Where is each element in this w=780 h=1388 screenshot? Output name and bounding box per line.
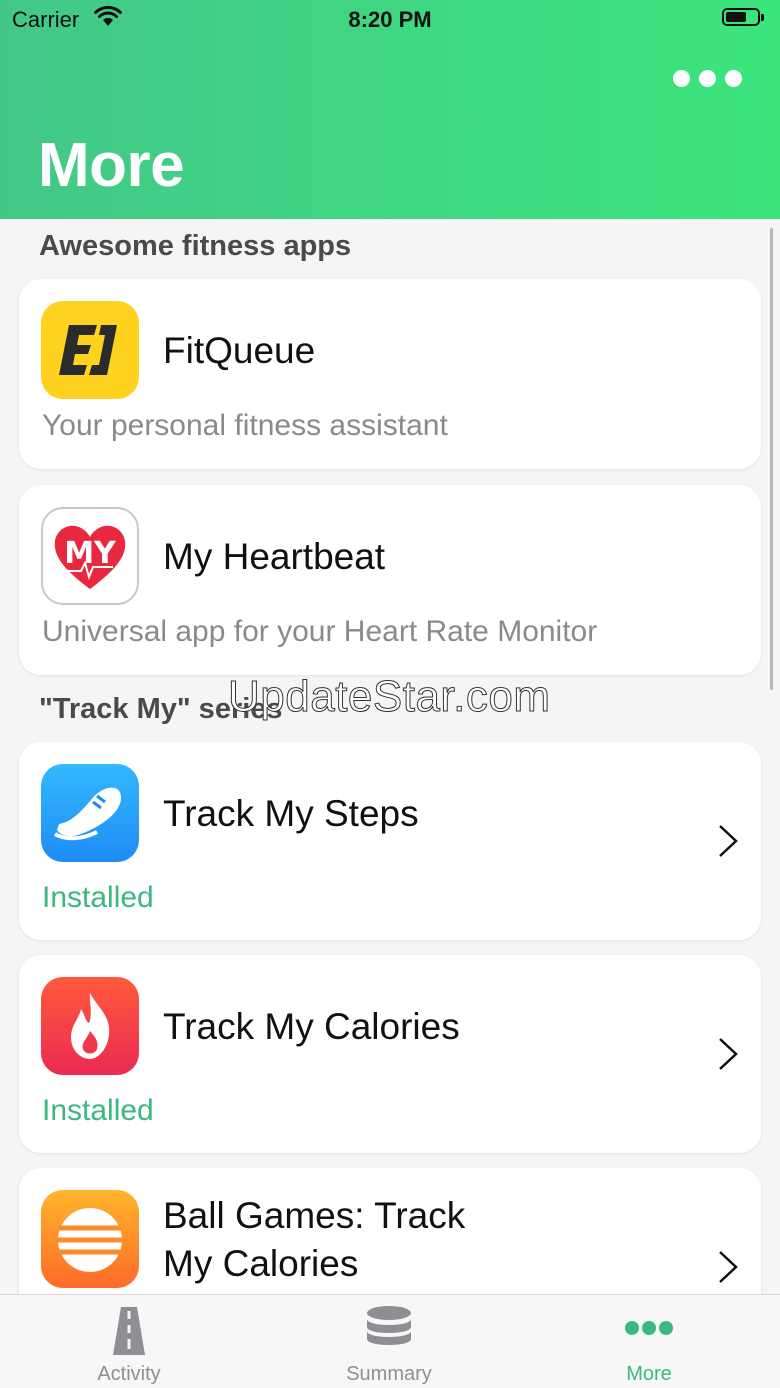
battery-icon bbox=[722, 8, 766, 28]
road-icon bbox=[113, 1307, 145, 1355]
flame-icon bbox=[41, 977, 139, 1075]
tab-more[interactable]: More bbox=[549, 1295, 749, 1388]
app-subtitle: Your personal fitness assistant bbox=[42, 409, 448, 442]
header: Carrier 8:20 PM More bbox=[0, 0, 780, 219]
app-name: FitQueue bbox=[163, 330, 316, 371]
status-bar: Carrier 8:20 PM bbox=[0, 0, 780, 40]
chevron-right-icon bbox=[719, 825, 738, 857]
app-name: My Heartbeat bbox=[163, 536, 386, 577]
tab-label: Summary bbox=[346, 1363, 432, 1385]
section-title-track-my: "Track My" series bbox=[39, 693, 283, 725]
tab-summary[interactable]: Summary bbox=[289, 1295, 489, 1388]
tab-activity[interactable]: Activity bbox=[29, 1295, 229, 1388]
scrollbar[interactable] bbox=[770, 228, 773, 690]
chevron-right-icon bbox=[719, 1038, 738, 1070]
chevron-right-icon bbox=[719, 1251, 738, 1283]
app-name: Track My Steps bbox=[163, 793, 419, 834]
svg-text:MY: MY bbox=[64, 536, 117, 571]
app-card-track-my-steps[interactable]: Track My Steps Installed bbox=[19, 742, 761, 940]
app-card-fitqueue[interactable]: FitQueue Your personal fitness assistant bbox=[19, 279, 761, 469]
tab-label: More bbox=[626, 1363, 672, 1385]
status-time: 8:20 PM bbox=[348, 7, 432, 32]
heartbeat-logo-icon: MY bbox=[41, 507, 139, 605]
sneaker-icon bbox=[41, 764, 139, 862]
app-name-line2: My Calories bbox=[163, 1243, 359, 1284]
installed-status: Installed bbox=[42, 1094, 154, 1127]
ball-icon bbox=[41, 1190, 139, 1288]
more-dots-icon bbox=[625, 1321, 673, 1335]
app-name: Track My Calories bbox=[163, 1006, 460, 1047]
fitqueue-logo-icon bbox=[41, 301, 139, 399]
installed-status: Installed bbox=[42, 881, 154, 914]
app-subtitle: Universal app for your Heart Rate Monito… bbox=[42, 615, 598, 648]
tab-label: Activity bbox=[97, 1363, 161, 1385]
app-card-my-heartbeat[interactable]: MY My Heartbeat Universal app for your H… bbox=[19, 485, 761, 675]
page-title: More bbox=[38, 131, 185, 200]
tab-bar: Activity Summary More bbox=[0, 1294, 780, 1388]
section-title-fitness-apps: Awesome fitness apps bbox=[39, 230, 352, 262]
dot-icon bbox=[699, 70, 716, 87]
dot-icon bbox=[673, 70, 690, 87]
app-card-track-my-calories[interactable]: Track My Calories Installed bbox=[19, 955, 761, 1153]
app-name-line1: Ball Games: Track bbox=[163, 1195, 466, 1236]
more-menu-button[interactable] bbox=[673, 70, 742, 87]
dot-icon bbox=[725, 70, 742, 87]
database-icon bbox=[367, 1306, 411, 1345]
